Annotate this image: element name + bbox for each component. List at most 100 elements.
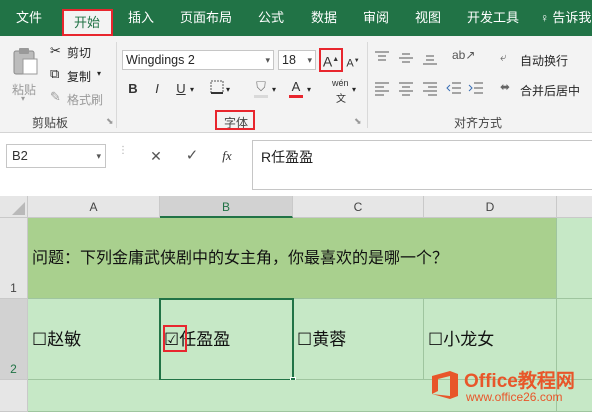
enter-button[interactable]: ✓ [182,146,202,166]
orientation-button[interactable]: ab↗ [452,48,475,66]
cut-button[interactable]: ✂ 剪切 [50,42,110,60]
clipboard-icon [13,48,38,75]
cancel-button[interactable]: ✕ [146,146,166,166]
format-painter-button[interactable]: ✎ 格式刷 [50,89,116,107]
cut-label: 剪切 [67,46,92,60]
borders-button[interactable] [208,80,226,98]
dialog-launcher-icon[interactable]: ⬊ [354,116,362,127]
align-middle-icon [399,53,413,63]
formula-bar: B2 ▾ ⋮ ✕ ✓ fx R任盈盈 [0,134,592,190]
chevron-down-icon: ▾ [265,55,270,65]
increase-font-size-button[interactable]: A▲ [321,50,341,70]
tab-developer[interactable]: 开发工具 [460,0,526,36]
copy-icon: ⧉ [50,66,60,81]
font-size-combo[interactable]: 18 ▾ [278,50,316,70]
group-divider [367,42,368,128]
fill-color-button[interactable]: ⛉ [252,78,270,98]
chevron-down-icon[interactable]: ▾ [272,85,276,94]
alignment-group-label: 对齐方式 [453,116,502,130]
row-header-3[interactable] [0,380,28,412]
tab-page-layout[interactable]: 页面布局 [172,0,240,36]
formula-bar-grip[interactable]: ⋮ [118,146,128,164]
format-painter-label: 格式刷 [67,93,104,107]
clipboard-group-label: 剪贴板 [31,116,68,130]
name-box[interactable]: B2 ▾ [6,144,106,168]
insert-function-button[interactable]: fx [216,146,238,166]
align-right-button[interactable] [422,80,438,96]
decrease-font-icon: A [346,57,354,70]
question-cell[interactable]: 问题：下列金庸武侠剧中的女主角，你最喜欢的是哪一个？ [28,218,557,299]
option-cell-a2[interactable]: ☐赵敏 [28,299,160,380]
scissors-icon: ✂ [50,43,61,58]
font-size-value: 18 [282,53,296,67]
chevron-down-icon[interactable]: ▾ [352,85,356,94]
align-left-button[interactable] [374,80,390,96]
dialog-launcher-icon[interactable]: ⬊ [106,116,114,127]
align-center-button[interactable] [398,80,414,96]
chevron-down-icon[interactable]: ▾ [226,85,230,94]
italic-button[interactable]: I [148,80,166,98]
font-color-button[interactable]: A [287,78,305,98]
chevron-down-icon: ▾ [307,55,312,65]
copy-button[interactable]: ⧉ 复制 ▾ [50,66,120,84]
office-logo-icon [432,371,458,399]
font-name-value: Wingdings 2 [126,53,195,67]
wrap-text-icon: ⤶ [500,50,507,64]
watermark-url: www.office26.com [466,390,563,404]
increase-font-icon: A [322,53,333,70]
align-bottom-icon [423,55,437,65]
align-top-button[interactable] [374,50,390,66]
increase-indent-button[interactable] [468,80,484,96]
tab-file[interactable]: 文件 [6,0,52,36]
option-cell-b2[interactable]: ☑任盈盈 [160,299,293,380]
tab-insert[interactable]: 插入 [118,0,164,36]
borders-icon [210,80,224,94]
phonetic-char-icon: 文 [336,94,346,105]
wrap-text-button[interactable]: ⤶ 自动换行 [500,50,592,68]
column-header-d[interactable]: D [424,196,557,218]
option-cell-c2[interactable]: ☐黄蓉 [293,299,424,380]
watermark: Office教程网 www.office26.com [426,362,590,408]
tab-review[interactable]: 审阅 [354,0,398,36]
align-right-icon [423,82,437,96]
tab-formulas[interactable]: 公式 [250,0,292,36]
underline-button[interactable]: U [172,80,190,98]
tab-view[interactable]: 视图 [406,0,450,36]
paste-button[interactable]: 粘贴 ▾ [8,44,42,103]
phonetic-guide-button[interactable]: wén [332,78,349,88]
chevron-down-icon: ▾ [96,151,101,161]
row-header-2[interactable]: 2 [0,299,28,380]
chevron-down-icon[interactable]: ▾ [307,85,311,94]
paintbrush-icon: ✎ [50,89,61,104]
cell-e1[interactable] [557,218,592,299]
column-header-c[interactable]: C [293,196,424,218]
decrease-font-size-button[interactable]: A▼ [345,52,361,70]
merge-center-button[interactable]: ⬌ 合并后居中 [500,80,592,98]
column-header-a[interactable]: A [28,196,160,218]
chevron-down-icon[interactable]: ▾ [190,85,194,94]
select-all-triangle-icon [12,202,25,215]
align-left-icon [375,82,389,96]
row-header-1[interactable]: 1 [0,218,28,299]
tell-me-label: 告诉我 [552,10,592,25]
tab-tell-me[interactable]: ♀ 告诉我 [540,0,592,36]
bold-button[interactable]: B [124,80,142,98]
align-middle-button[interactable] [398,50,414,66]
formula-input[interactable]: R任盈盈 [252,140,592,190]
lightbulb-icon: ♀ [540,11,553,25]
font-group-label: 字体 [223,116,248,130]
column-header-e[interactable] [557,196,592,218]
align-bottom-button[interactable] [422,50,438,66]
align-top-icon [375,51,389,61]
select-all-button[interactable] [0,196,28,218]
merge-cells-icon: ⬌ [500,80,511,94]
font-color-icon: A [291,79,301,94]
tab-home[interactable]: 开始 [63,10,111,36]
decrease-indent-button[interactable] [446,80,462,96]
ribbon-tab-bar: 文件 开始 插入 页面布局 公式 数据 审阅 视图 开发工具 ♀ 告诉我 [0,0,592,36]
align-center-icon [399,82,413,96]
outdent-icon [446,82,461,94]
column-header-b[interactable]: B [160,196,293,218]
tab-data[interactable]: 数据 [302,0,346,36]
font-name-combo[interactable]: Wingdings 2 ▾ [122,50,274,70]
